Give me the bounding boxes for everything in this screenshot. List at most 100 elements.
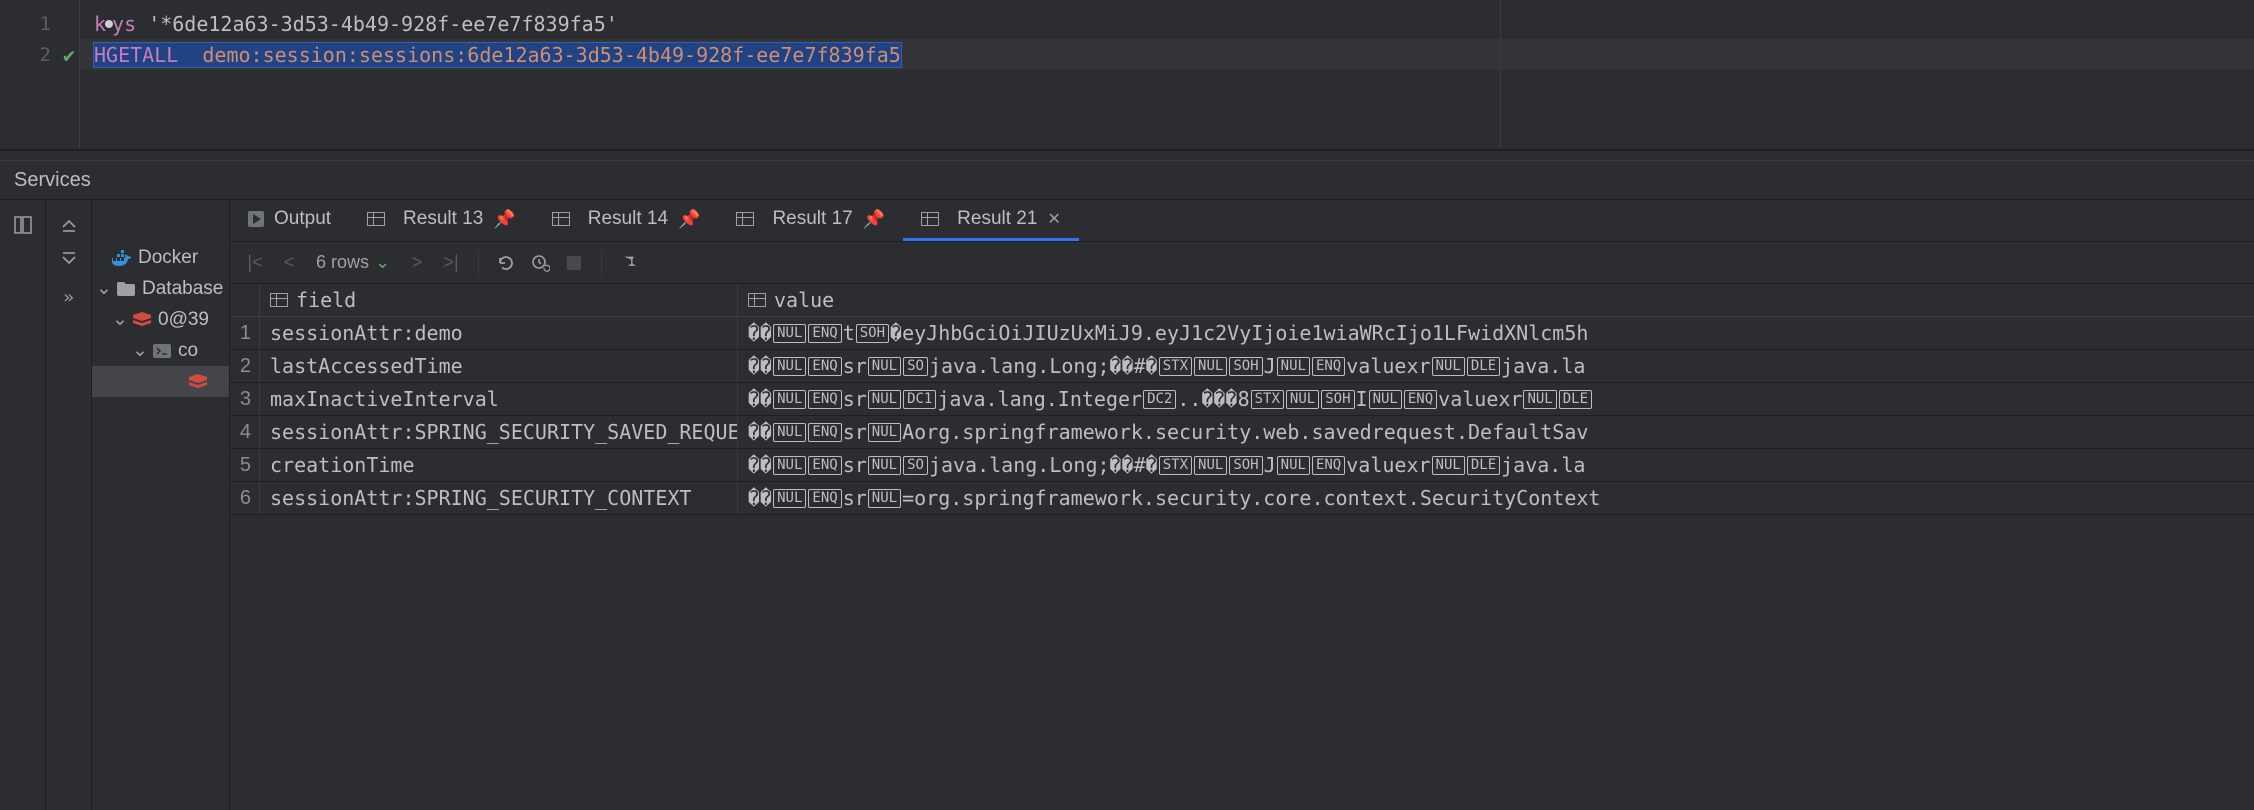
first-page-icon[interactable]: |< [240, 248, 270, 278]
cell-value[interactable]: ��NULENQsrNULSOjava.lang.Long;��#�STXNUL… [738, 350, 2254, 382]
tab-result-21[interactable]: Result 21 ✕ [903, 200, 1079, 241]
twisty-icon[interactable]: ⌄ [132, 339, 146, 362]
right-margin-guide [1500, 0, 1501, 149]
layout-icon[interactable] [8, 210, 38, 240]
table-row[interactable]: 6sessionAttr:SPRING_SECURITY_CONTEXT��NU… [230, 482, 2254, 515]
tree-node-database[interactable]: ⌄ Database [92, 273, 229, 304]
redis-icon [188, 372, 208, 392]
cell-value[interactable]: ��NULENQtSOH�eyJhbGciOiJIUzUxMiJ9.eyJ1c2… [738, 317, 2254, 349]
reload-icon[interactable] [491, 248, 521, 278]
control-char: NUL [773, 489, 806, 508]
pin-icon[interactable]: 📌 [863, 209, 885, 230]
gutter-check-icon: ✔ [63, 43, 75, 67]
column-header-value[interactable]: value [738, 284, 2254, 316]
cell-field[interactable]: lastAccessedTime [260, 350, 738, 382]
table-row[interactable]: 2lastAccessedTime��NULENQsrNULSOjava.lan… [230, 350, 2254, 383]
cell-field[interactable]: maxInactiveInterval [260, 383, 738, 415]
control-char: ENQ [808, 357, 841, 376]
row-number[interactable]: 5 [230, 449, 260, 481]
tree-node-console[interactable]: ⌄ co [92, 335, 229, 366]
cell-value[interactable]: ��NULENQsrNUL =org.springframework.secur… [738, 482, 2254, 514]
docker-icon [112, 248, 132, 268]
tab-result-17[interactable]: Result 17 📌 [718, 200, 903, 241]
control-char: STX [1251, 390, 1284, 409]
control-char: DLE [1467, 456, 1500, 475]
code-line[interactable]: kys '*6de12a63-3d53-4b49-928f-ee7e7f839f… [80, 8, 2254, 39]
cell-field[interactable]: creationTime [260, 449, 738, 481]
column-header-field[interactable]: field [260, 284, 738, 316]
row-count[interactable]: 6 rows⌄ [308, 252, 398, 273]
control-char: NUL [1432, 456, 1465, 475]
row-header-corner[interactable] [230, 284, 260, 316]
expand-all-icon[interactable] [54, 210, 84, 240]
tree-label: Database [142, 278, 223, 300]
argument: demo:session:sessions:6de12a63-3d53-4b49… [202, 43, 900, 67]
tree-node-selected[interactable] [92, 366, 229, 397]
last-page-icon[interactable]: >| [436, 248, 466, 278]
prev-page-icon[interactable]: < [274, 248, 304, 278]
row-number[interactable]: 6 [230, 482, 260, 514]
tab-label: Result 17 [772, 208, 852, 230]
table-icon [736, 212, 754, 226]
row-number[interactable]: 2 [230, 350, 260, 382]
table-icon [921, 212, 939, 226]
table-icon [552, 212, 570, 226]
table-row[interactable]: 3maxInactiveInterval��NULENQsrNULDC1java… [230, 383, 2254, 416]
collapse-all-icon[interactable] [54, 244, 84, 274]
table-icon [367, 212, 385, 226]
cell-field[interactable]: sessionAttr:SPRING_SECURITY_SAVED_REQUES… [260, 416, 738, 448]
tree-label: Docker [138, 247, 198, 269]
stop-icon[interactable] [559, 248, 589, 278]
control-char: NUL [1194, 357, 1227, 376]
pin-icon[interactable]: 📌 [678, 209, 700, 230]
row-number[interactable]: 3 [230, 383, 260, 415]
twisty-icon[interactable]: ⌄ [96, 277, 110, 300]
control-char: DLE [1467, 357, 1500, 376]
close-icon[interactable]: ✕ [1047, 209, 1060, 229]
pin-icon[interactable] [614, 248, 644, 278]
table-row[interactable]: 5creationTime��NULENQsrNULSOjava.lang.Lo… [230, 449, 2254, 482]
tab-result-13[interactable]: Result 13 📌 [349, 200, 534, 241]
redis-icon [132, 310, 152, 330]
tree-node-redis[interactable]: ⌄ 0@39 [92, 304, 229, 335]
row-number[interactable]: 1 [230, 317, 260, 349]
line-number: 1 [0, 8, 79, 39]
refresh-schedule-icon[interactable] [525, 248, 555, 278]
line-number: 2 ✔ [0, 39, 79, 70]
control-char: NUL [773, 357, 806, 376]
services-panel-body: » Docker ⌄ Database ⌄ 0@39 ⌄ [0, 200, 2254, 810]
next-page-icon[interactable]: > [402, 248, 432, 278]
cell-value[interactable]: ��NULENQsrNULSOjava.lang.Long;��#�STXNUL… [738, 449, 2254, 481]
control-char: NUL [868, 423, 901, 442]
row-number[interactable]: 4 [230, 416, 260, 448]
control-char: ENQ [808, 489, 841, 508]
cell-value[interactable]: ��NULENQsrNULDC1java.lang.IntegerDC2..��… [738, 383, 2254, 415]
chevron-down-icon: ⌄ [375, 252, 390, 273]
tree-toolstrip: » [46, 200, 92, 810]
more-icon[interactable]: » [54, 282, 84, 312]
pin-icon[interactable]: 📌 [493, 209, 515, 230]
table-row[interactable]: 4sessionAttr:SPRING_SECURITY_SAVED_REQUE… [230, 416, 2254, 449]
control-char: DLE [1559, 390, 1592, 409]
cell-value[interactable]: ��NULENQsrNUL Aorg.springframework.secur… [738, 416, 2254, 448]
control-char: SOH [856, 324, 889, 343]
tab-result-14[interactable]: Result 14 📌 [534, 200, 719, 241]
code-line[interactable]: HGETALL demo:session:sessions:6de12a63-3… [80, 39, 2254, 70]
control-char: ENQ [1312, 456, 1345, 475]
services-tree[interactable]: Docker ⌄ Database ⌄ 0@39 ⌄ co [92, 200, 230, 810]
result-toolbar: |< < 6 rows⌄ > >| [230, 242, 2254, 284]
services-panel-title[interactable]: Services [0, 160, 2254, 200]
sql-editor[interactable]: 1 2 ✔ kys '*6de12a63-3d53-4b49-928f-ee7e… [0, 0, 2254, 150]
tab-output[interactable]: Output [230, 200, 349, 241]
services-toolstrip [0, 200, 46, 810]
cell-field[interactable]: sessionAttr:demo [260, 317, 738, 349]
result-grid[interactable]: field value 1sessionAttr:demo��NULENQtSO… [230, 284, 2254, 515]
editor-code[interactable]: kys '*6de12a63-3d53-4b49-928f-ee7e7f839f… [80, 0, 2254, 149]
cell-field[interactable]: sessionAttr:SPRING_SECURITY_CONTEXT [260, 482, 738, 514]
tree-node-docker[interactable]: Docker [92, 242, 229, 273]
twisty-icon[interactable]: ⌄ [112, 308, 126, 331]
table-row[interactable]: 1sessionAttr:demo��NULENQtSOH�eyJhbGciOi… [230, 317, 2254, 350]
control-char: SO [903, 456, 928, 475]
keyword: ys [112, 12, 136, 36]
control-char: NUL [868, 456, 901, 475]
